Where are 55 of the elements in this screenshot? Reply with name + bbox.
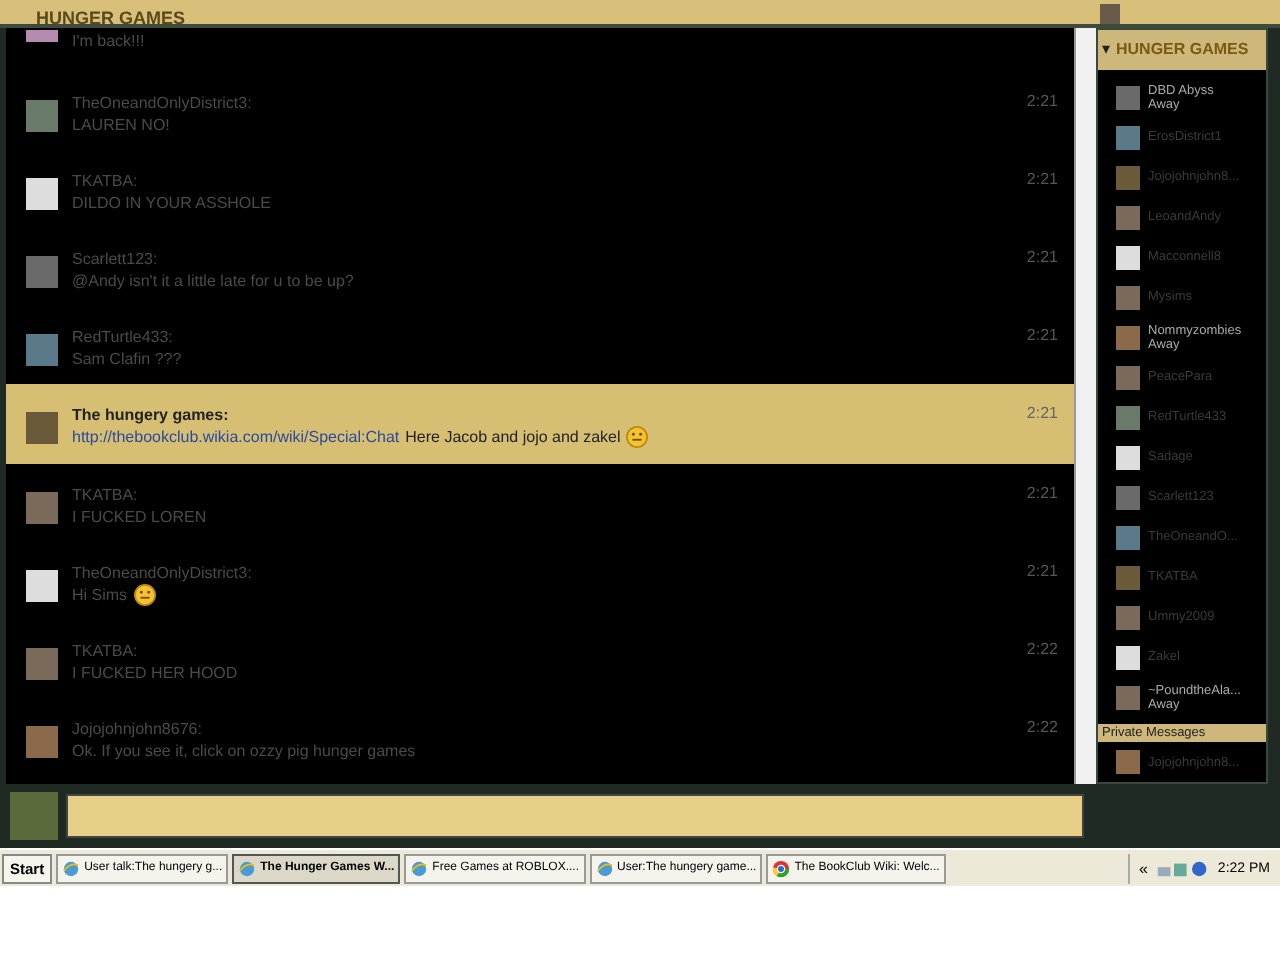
message-text: I'm back!!! xyxy=(72,30,145,52)
username: Jojojohnjohn8676: xyxy=(72,718,204,740)
chat-link[interactable]: http://thebookclub.wikia.com/wiki/Special:Chat xyxy=(72,426,400,448)
timestamp: 2:21 xyxy=(1026,404,1058,422)
timestamp: 2:21 xyxy=(1026,326,1058,344)
browser-icon xyxy=(62,859,81,877)
message-input[interactable] xyxy=(66,794,1084,838)
timestamp: 2:21 xyxy=(1026,562,1058,580)
timestamp: 2:21 xyxy=(1026,92,1058,110)
username: TKATBA: xyxy=(72,484,140,506)
collapse-button[interactable]: ▾ xyxy=(1102,40,1110,59)
expand-tray-button[interactable]: « xyxy=(1138,859,1148,877)
username: TKATBA: xyxy=(72,640,140,662)
wiki-logo[interactable]: HUNGER GAMES xyxy=(36,10,186,24)
browser-icon xyxy=(410,859,429,877)
message-text: I FUCKED HER HOOD xyxy=(72,662,238,684)
browser-icon xyxy=(595,859,614,877)
username: Scarlett123: xyxy=(72,248,160,270)
avatar xyxy=(26,726,58,758)
message-text: Sam Clafin ??? xyxy=(72,348,182,370)
timestamp: 2:21 xyxy=(1026,484,1058,502)
message-text: @Andy isn't it a little late for u to be up? xyxy=(72,270,354,292)
avatar xyxy=(26,256,58,288)
avatar xyxy=(26,178,58,210)
avatar xyxy=(26,570,58,602)
avatar xyxy=(26,30,58,42)
message-text: Ok. If you see it, click on ozzy pig hunger games xyxy=(72,740,416,762)
timestamp: 2:22 xyxy=(1026,718,1058,736)
username: TheOneandOnlyDistrict3: xyxy=(72,92,254,114)
message-text: DILDO IN YOUR ASSHOLE xyxy=(72,192,271,214)
username: TKATBA: xyxy=(72,170,140,192)
avatar xyxy=(26,648,58,680)
username: TheOneandOnlyDistrict3: xyxy=(72,562,254,584)
message-text: LAUREN NO! xyxy=(72,114,170,136)
timestamp: 2:22 xyxy=(1026,640,1058,658)
username: The hungery games: xyxy=(72,404,231,426)
tray-icons xyxy=(1155,859,1210,877)
smiley-icon xyxy=(133,584,156,606)
browser-icon xyxy=(238,859,257,877)
scrollbar[interactable] xyxy=(1074,28,1096,784)
timestamp: 2:21 xyxy=(1026,170,1058,188)
message-text: Here Jacob and jojo and zakel xyxy=(405,426,621,448)
avatar xyxy=(26,334,58,366)
wiki-logo[interactable]: HUNGER GAMES xyxy=(1116,40,1249,59)
avatar xyxy=(26,412,58,444)
user-avatar xyxy=(1100,4,1120,24)
browser-icon xyxy=(772,859,791,877)
message-text: Hi Sims xyxy=(72,584,128,606)
avatar xyxy=(26,100,58,132)
message-text: I FUCKED LOREN xyxy=(72,506,207,528)
timestamp: 2:21 xyxy=(1026,248,1058,266)
smiley-icon xyxy=(626,426,649,448)
avatar xyxy=(26,492,58,524)
username: RedTurtle433: xyxy=(72,326,175,348)
avatar xyxy=(10,792,58,840)
